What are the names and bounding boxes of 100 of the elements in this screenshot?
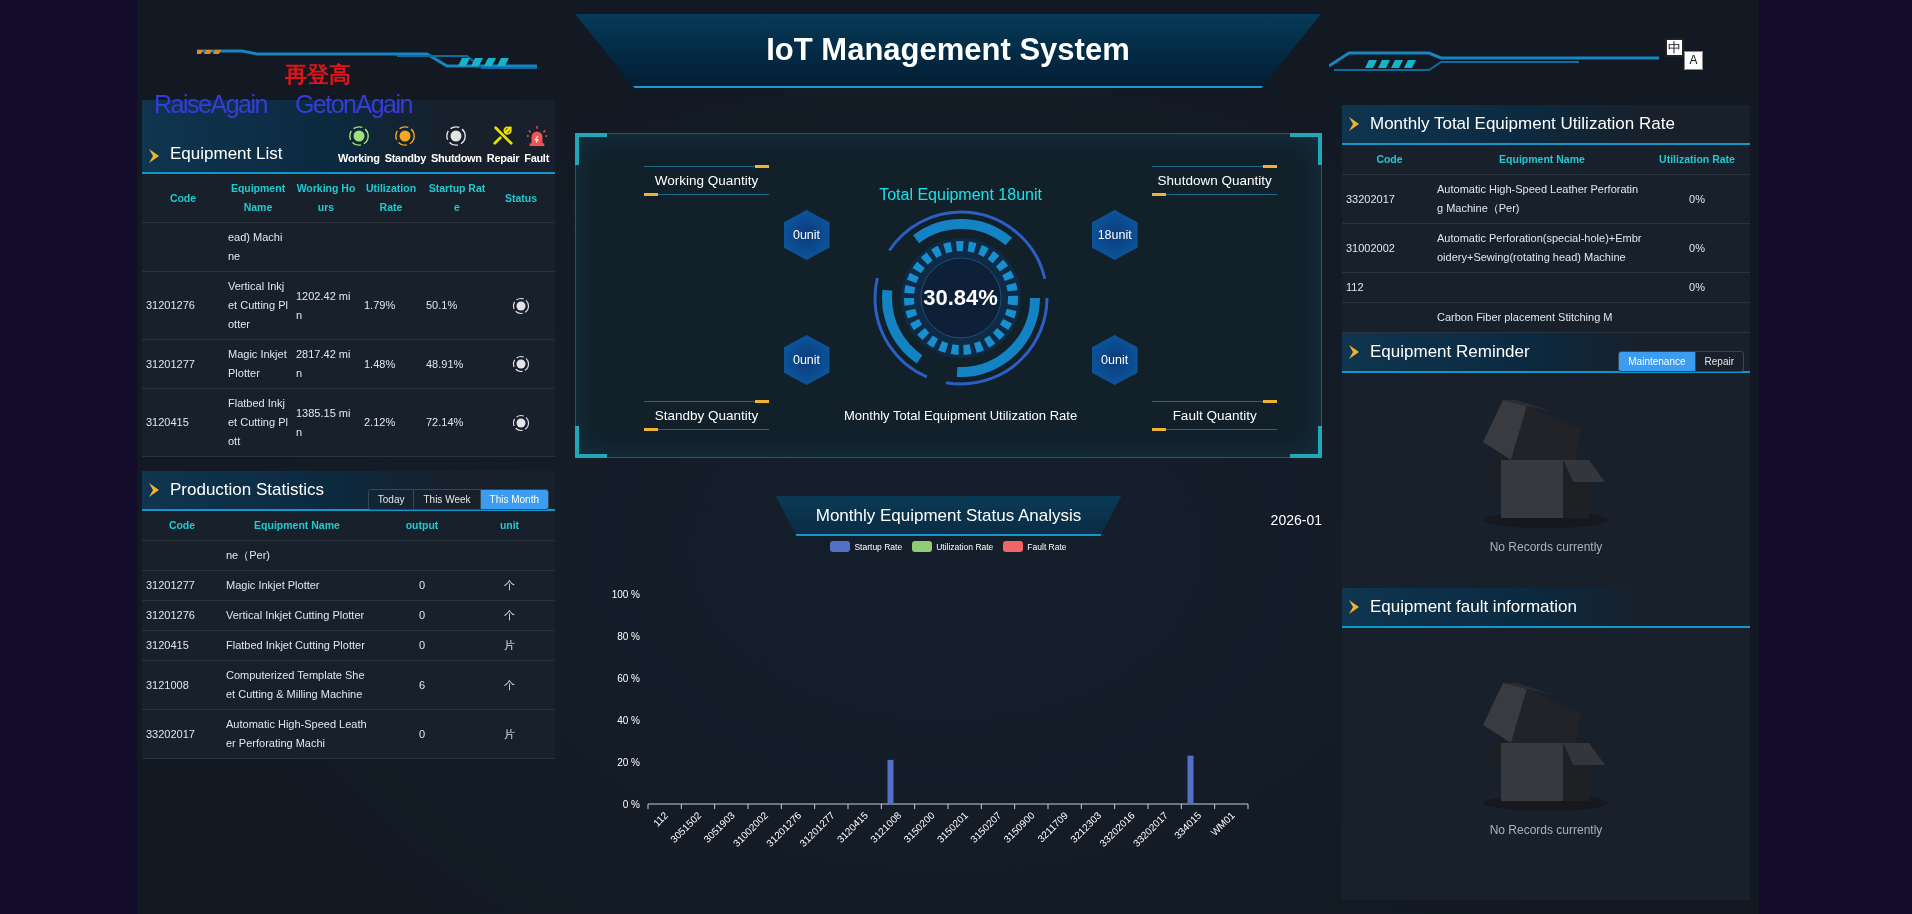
empty-text: No Records currently (1489, 823, 1603, 837)
gauge-caption: Monthly Total Equipment Utilization Rate (844, 407, 1078, 423)
legend-swatch (912, 541, 933, 552)
status-dot-icon (394, 125, 417, 147)
table-cell: 1202.42 min (296, 289, 351, 321)
panel-title: Equipment Reminder (1370, 342, 1530, 362)
table-cell: 6 (418, 678, 426, 691)
quantity-label: Fault Quantity (1152, 400, 1278, 430)
quantity-badge: 0unit (783, 335, 830, 385)
table-cell: 33202017 (1346, 192, 1395, 205)
total-equipment-text: Total Equipment 18unit (879, 186, 1042, 204)
panel-title: Equipment List (170, 144, 283, 164)
chevron-icon (148, 148, 160, 164)
logo-text: RaiseAgain (154, 90, 267, 119)
legend-label: Working (338, 152, 380, 164)
table-cell: 1.79% (364, 299, 396, 311)
axis-label: 100 % (611, 589, 640, 600)
empty-text: No Records currently (1489, 539, 1603, 554)
logo-text: GetonAgain (294, 90, 412, 119)
table-cell: Flatbed Inkjet Cutting Plott (228, 397, 288, 447)
legend-label: Standby (384, 152, 426, 164)
chevron-icon (1348, 116, 1360, 132)
segment-tab[interactable]: This Week (413, 490, 480, 509)
panel-title: Equipment fault information (1370, 597, 1577, 617)
axis-label: 20 % (617, 757, 640, 768)
table-cell: 1.48% (364, 357, 396, 370)
quantity-badge: 0unit (1091, 335, 1138, 385)
table-cell: 0% (1689, 192, 1705, 205)
quantity-badge: 18unit (1091, 210, 1138, 260)
table-cell: 31201276 (146, 609, 195, 621)
table-cell: Vertical Inkjet Cutting Plotter (228, 280, 288, 330)
quantity-label: Working Quantity (644, 165, 769, 195)
page-title: IoT Management System (575, 14, 1321, 88)
corner-bracket (1290, 133, 1322, 165)
table-cell: Carbon Fiber placement Stitching M (1437, 311, 1613, 323)
table-cell: 31201277 (146, 357, 195, 370)
table-cell: 3121008 (146, 678, 189, 691)
column-header: Utilization Rate (365, 182, 417, 213)
chevron-icon (1348, 344, 1360, 360)
table-cell: 33202017 (146, 727, 195, 740)
quantity-label: Shutdown Quantity (1152, 165, 1278, 195)
legend-label: Fault Rate (1027, 541, 1067, 552)
table-cell: Automatic Perforation(special-hole)+Embroidery+Sewing(rotating head) Machine (1437, 232, 1642, 263)
legend-label: Fault (524, 152, 549, 164)
quantity-badge: 0unit (783, 210, 830, 260)
quantity-label: Standby Quantity (644, 400, 769, 430)
table-cell: 2.12% (364, 416, 396, 428)
column-header: Equipment Name (230, 182, 286, 213)
table-cell: 3120415 (146, 639, 189, 651)
column-header: Equipment Name (254, 519, 340, 531)
table-cell: 48.91% (426, 357, 464, 370)
table-cell: Computerized Template Sheet Cutting & Milling Machine (226, 669, 365, 700)
table-cell: Automatic High-Speed Leather Perforating Machi (226, 718, 367, 749)
legend-label: Repair (486, 152, 520, 164)
bar (1187, 755, 1194, 804)
column-header: Equipment Name (1499, 153, 1585, 165)
table-cell: 个 (504, 609, 515, 621)
column-header: Utilization Rate (1659, 153, 1735, 165)
table-cell: 2817.42 min (296, 348, 351, 379)
table-cell: 1385.15 min (296, 406, 351, 438)
table-cell: 0 (418, 609, 426, 621)
table-cell: 个 (504, 678, 515, 691)
chevron-icon (148, 482, 160, 498)
language-option[interactable]: 中 (1665, 38, 1684, 57)
table-cell: 31201277 (146, 579, 195, 591)
status-dot-icon (347, 125, 370, 147)
table-cell: Magic Inkjet Plotter (226, 579, 320, 591)
table-cell: Automatic High-Speed Leather Perforating Machine（Per) (1437, 183, 1639, 214)
chart-title: Monthly Equipment Status Analysis (775, 496, 1122, 536)
month-label: 2026-01 (1270, 512, 1322, 528)
legend-label: Startup Rate (854, 541, 903, 552)
axis-label: 80 % (617, 631, 640, 642)
column-header: Code (169, 191, 197, 204)
chevron-icon (1348, 599, 1360, 615)
panel-title: Monthly Total Equipment Utilization Rate (1370, 114, 1675, 134)
corner-bracket (575, 133, 607, 165)
legend-label: Shutdown (431, 152, 482, 164)
table-cell: Magic Inkjet Plotter (228, 348, 287, 379)
table-cell: 个 (504, 579, 515, 591)
table-cell: 0 (418, 727, 426, 740)
legend-swatch (1003, 541, 1024, 552)
language-option[interactable]: A (1684, 51, 1703, 70)
legend-label: Utilization Rate (936, 541, 994, 552)
panel-title: Production Statistics (170, 480, 324, 500)
tools-icon (492, 125, 514, 147)
status-dot-icon (445, 125, 468, 147)
alarm-light-icon (525, 125, 548, 147)
utilization-value: 30.84% (923, 284, 998, 311)
column-header: unit (499, 519, 520, 531)
table-cell: 3120415 (146, 416, 189, 428)
table-cell: 31201276 (146, 299, 195, 311)
segment-tab[interactable]: Repair (1694, 352, 1743, 371)
table-cell: 31002002 (1346, 241, 1395, 254)
column-header: Code (168, 519, 196, 531)
table-cell: Flatbed Inkjet Cutting Plotter (226, 639, 365, 651)
corner-bracket (1290, 426, 1322, 458)
axis-label: 60 % (617, 673, 640, 684)
table-cell: 50.1% (426, 299, 458, 311)
segment-tab[interactable]: Today (368, 490, 414, 509)
table-cell: 112 (1346, 281, 1364, 293)
